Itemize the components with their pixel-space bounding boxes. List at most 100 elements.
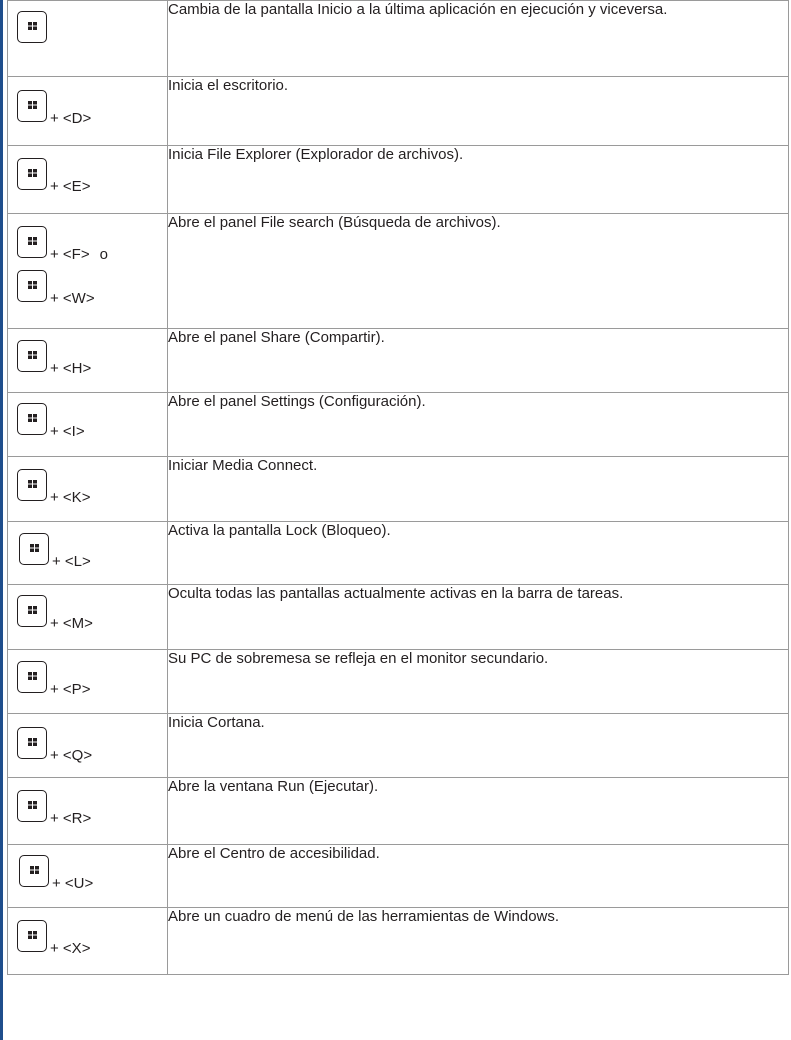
shortcut-description: Inicia el escritorio. (167, 76, 789, 146)
shortcut-keys-cell: + <M> (7, 584, 168, 650)
shortcut-keys-cell: + <D> (7, 76, 168, 146)
windows-key-keycap (17, 469, 47, 501)
shortcut-description: Inicia Cortana. (167, 713, 789, 778)
windows-logo-icon (28, 672, 37, 680)
windows-key-keycap (17, 158, 47, 190)
shortcut-keys-cell: + <P> (7, 649, 168, 714)
key-suffix: + <K> (50, 489, 91, 506)
table-row: + <U> Abre el Centro de accesibilidad. (7, 844, 789, 908)
shortcut-keys-cell: + <L> (7, 521, 168, 585)
shortcut-keys-cell: + <K> (7, 456, 168, 522)
table-row: + <H> Abre el panel Share (Compartir). (7, 328, 789, 393)
table-row: + <X> Abre un cuadro de menú de las herra… (7, 907, 789, 975)
shortcut-description: Oculta todas las pantallas actualmente a… (167, 584, 789, 650)
shortcut-keys-cell: + <X> (7, 907, 168, 975)
key-combination: + <E> (8, 146, 167, 194)
table-row: + <I> Abre el panel Settings (Configuraci… (7, 392, 789, 457)
key-suffix: + <L> (52, 553, 91, 570)
table-row: + <E> Inicia File Explorer (Explorador de… (7, 145, 789, 214)
key-suffix: + <Q> (50, 747, 93, 764)
shortcut-keys-cell (7, 0, 168, 77)
windows-key-keycap (17, 11, 47, 43)
key-combination: + <K> (8, 457, 167, 505)
windows-key-keycap (19, 533, 49, 565)
key-suffix: + <E> (50, 178, 91, 195)
key-combination: + <L> (8, 522, 167, 569)
key-combination: + <Q> (8, 714, 167, 763)
shortcut-description: Abre el panel Settings (Configuración). (167, 392, 789, 457)
shortcut-keys-cell: + <U> (7, 844, 168, 908)
shortcut-description: Activa la pantalla Lock (Bloqueo). (167, 521, 789, 585)
windows-logo-icon (28, 414, 37, 422)
shortcut-description: Cambia de la pantalla Inicio a la última… (167, 0, 789, 77)
windows-logo-icon (28, 169, 37, 177)
table-row: + <K> Iniciar Media Connect. (7, 456, 789, 522)
key-suffix: + <F> (50, 246, 90, 263)
windows-key-keycap (17, 595, 47, 627)
windows-logo-icon (28, 281, 37, 289)
windows-logo-icon (28, 237, 37, 245)
shortcut-description: Su PC de sobremesa se refleja en el moni… (167, 649, 789, 714)
key-separator: o (99, 246, 108, 263)
windows-key-keycap (19, 855, 49, 887)
windows-key-keycap (17, 90, 47, 122)
shortcut-keys-cell: + <Q> (7, 713, 168, 778)
shortcut-description: Abre el panel Share (Compartir). (167, 328, 789, 393)
windows-key-keycap (17, 270, 47, 302)
key-combination: + <R> (8, 778, 167, 826)
windows-logo-icon (30, 544, 39, 552)
left-edge-line (0, 0, 3, 1040)
key-combination: + <M> (8, 585, 167, 631)
key-combination: + <I> (8, 393, 167, 439)
key-suffix: + <X> (50, 940, 91, 957)
windows-key-keycap (17, 920, 47, 952)
windows-key-keycap (17, 403, 47, 435)
key-suffix: + <U> (52, 875, 94, 892)
shortcut-description: Abre el panel File search (Búsqueda de a… (167, 213, 789, 329)
table-row: + <F> o + <W> Abre el panel File search (Bú… (7, 213, 789, 329)
windows-logo-icon (28, 801, 37, 809)
key-suffix: + <M> (50, 615, 93, 632)
table-row: + <P> Su PC de sobremesa se refleja en el… (7, 649, 789, 714)
windows-logo-icon (28, 480, 37, 488)
key-combination (8, 1, 167, 43)
windows-key-keycap (17, 340, 47, 372)
windows-key-keycap (17, 226, 47, 258)
shortcut-description: Abre el Centro de accesibilidad. (167, 844, 789, 908)
shortcut-table: Cambia de la pantalla Inicio a la última… (7, 0, 789, 975)
key-suffix: + <W> (50, 290, 95, 307)
shortcut-description: Abre un cuadro de menú de las herramient… (167, 907, 789, 975)
shortcut-keys-cell: + <I> (7, 392, 168, 457)
table-row: Cambia de la pantalla Inicio a la última… (7, 0, 789, 77)
shortcut-keys-cell: + <H> (7, 328, 168, 393)
key-combination: + <D> (8, 77, 167, 126)
table-row: + <M> Oculta todas las pantallas actualme… (7, 584, 789, 650)
shortcut-keys-cell: + <F> o + <W> (7, 213, 168, 329)
windows-key-keycap (17, 727, 47, 759)
table-row: + <D> Inicia el escritorio. (7, 76, 789, 146)
key-suffix: + <P> (50, 681, 91, 698)
key-combination: + <W> (8, 258, 167, 306)
shortcut-description: Inicia File Explorer (Explorador de arch… (167, 145, 789, 214)
windows-key-keycap (17, 790, 47, 822)
shortcut-description: Iniciar Media Connect. (167, 456, 789, 522)
key-suffix: + <D> (50, 110, 92, 127)
windows-logo-icon (28, 931, 37, 939)
shortcut-keys-cell: + <E> (7, 145, 168, 214)
windows-logo-icon (30, 866, 39, 874)
key-suffix: + <R> (50, 810, 92, 827)
windows-logo-icon (28, 738, 37, 746)
table-row: + <R> Abre la ventana Run (Ejecutar). (7, 777, 789, 845)
key-suffix: + <H> (50, 360, 92, 377)
windows-key-keycap (17, 661, 47, 693)
key-combination: + <X> (8, 908, 167, 956)
key-combination: + <H> (8, 329, 167, 376)
table-row: + <Q> Inicia Cortana. (7, 713, 789, 778)
windows-logo-icon (28, 22, 37, 30)
key-suffix: + <I> (50, 423, 85, 440)
key-combination: + <F> o (8, 214, 167, 262)
windows-logo-icon (28, 101, 37, 109)
windows-logo-icon (28, 351, 37, 359)
windows-logo-icon (28, 606, 37, 614)
shortcut-description: Abre la ventana Run (Ejecutar). (167, 777, 789, 845)
